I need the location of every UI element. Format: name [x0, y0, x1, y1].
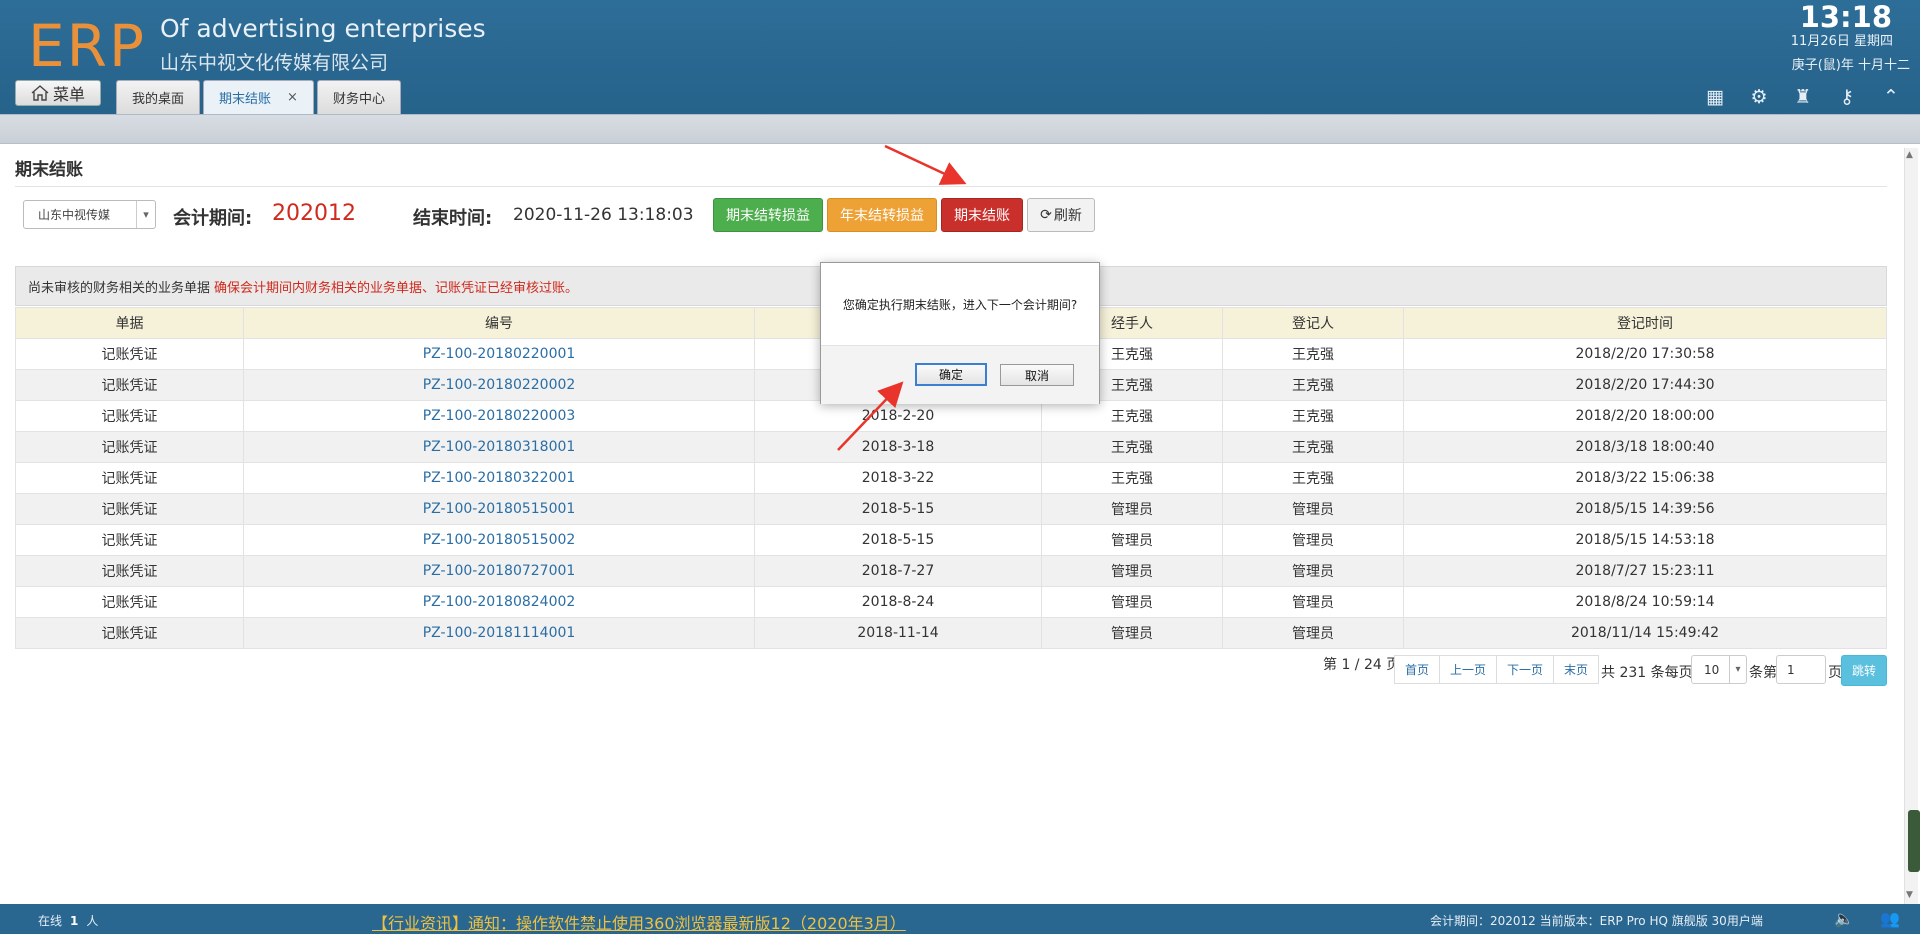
confirm-dialog: 您确定执行期末结账，进入下一个会计期间? 确定 取消 [820, 262, 1100, 404]
modal-overlay [0, 0, 1920, 934]
confirm-ok-button[interactable]: 确定 [915, 363, 987, 386]
dialog-footer: 确定 取消 [821, 346, 1099, 404]
confirm-message: 您确定执行期末结账，进入下一个会计期间? [821, 263, 1099, 346]
confirm-cancel-button[interactable]: 取消 [1000, 364, 1074, 386]
